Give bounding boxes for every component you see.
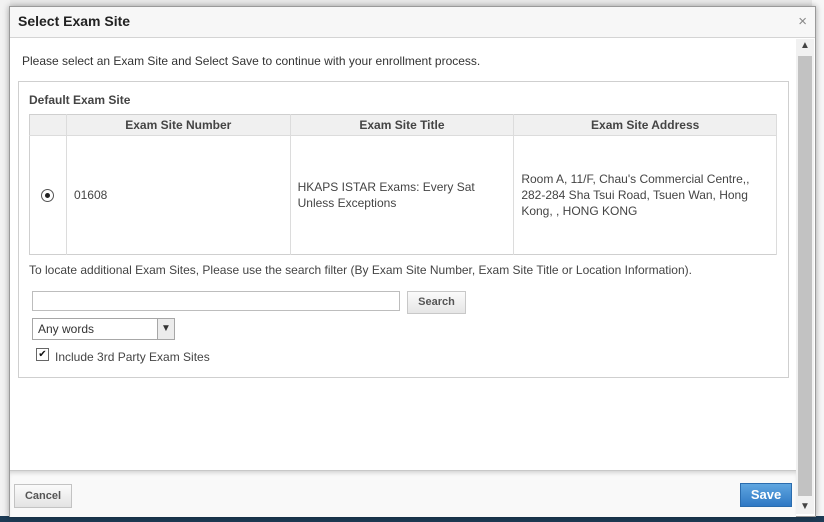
match-mode-value: Any words <box>38 322 95 336</box>
dialog-footer: Cancel Save <box>10 470 796 517</box>
match-mode-select[interactable]: Any words ▼ <box>32 318 175 340</box>
column-header-address: Exam Site Address <box>513 114 777 136</box>
column-header-number: Exam Site Number <box>66 114 291 136</box>
exam-site-radio[interactable] <box>41 189 55 203</box>
include-third-party-checkbox[interactable]: ✔ <box>36 348 49 361</box>
search-input[interactable] <box>32 291 400 311</box>
column-header-select <box>29 114 67 136</box>
save-button[interactable]: Save <box>740 483 792 507</box>
column-header-title: Exam Site Title <box>290 114 515 136</box>
exam-site-number: 01608 <box>66 135 291 255</box>
dialog-content: Please select an Exam Site and Select Sa… <box>10 38 796 470</box>
exam-site-title: HKAPS ISTAR Exams: Every Sat Unless Exce… <box>290 135 515 255</box>
search-instructions: To locate additional Exam Sites, Please … <box>29 263 692 277</box>
dialog-titlebar: Select Exam Site × <box>10 7 815 38</box>
table-row[interactable]: 01608 HKAPS ISTAR Exams: Every Sat Unles… <box>29 135 777 255</box>
chevron-down-icon[interactable]: ▼ <box>157 319 174 339</box>
radio-selected-dot <box>45 193 51 199</box>
scrollbar-thumb[interactable] <box>798 56 812 496</box>
default-exam-site-fieldset: Default Exam Site Exam Site Number Exam … <box>18 81 789 378</box>
intro-text: Please select an Exam Site and Select Sa… <box>22 54 481 68</box>
include-third-party-label: Include 3rd Party Exam Sites <box>55 350 210 364</box>
chevron-up-icon[interactable]: ▲ <box>796 39 814 53</box>
dialog-title: Select Exam Site <box>18 13 131 29</box>
select-exam-site-dialog: Select Exam Site × Please select an Exam… <box>9 6 816 517</box>
exam-site-address: Room A, 11/F, Chau's Commercial Centre,,… <box>513 135 777 255</box>
chevron-down-icon[interactable]: ▼ <box>796 500 814 514</box>
cancel-button[interactable]: Cancel <box>14 484 72 508</box>
exam-site-table: Exam Site Number Exam Site Title Exam Si… <box>29 114 777 255</box>
vertical-scrollbar[interactable]: ▲ ▼ <box>796 39 814 514</box>
table-header-row: Exam Site Number Exam Site Title Exam Si… <box>29 114 777 136</box>
search-button[interactable]: Search <box>407 291 466 314</box>
fieldset-legend: Default Exam Site <box>29 93 131 107</box>
select-cell <box>29 135 67 255</box>
close-icon[interactable]: × <box>798 14 807 29</box>
